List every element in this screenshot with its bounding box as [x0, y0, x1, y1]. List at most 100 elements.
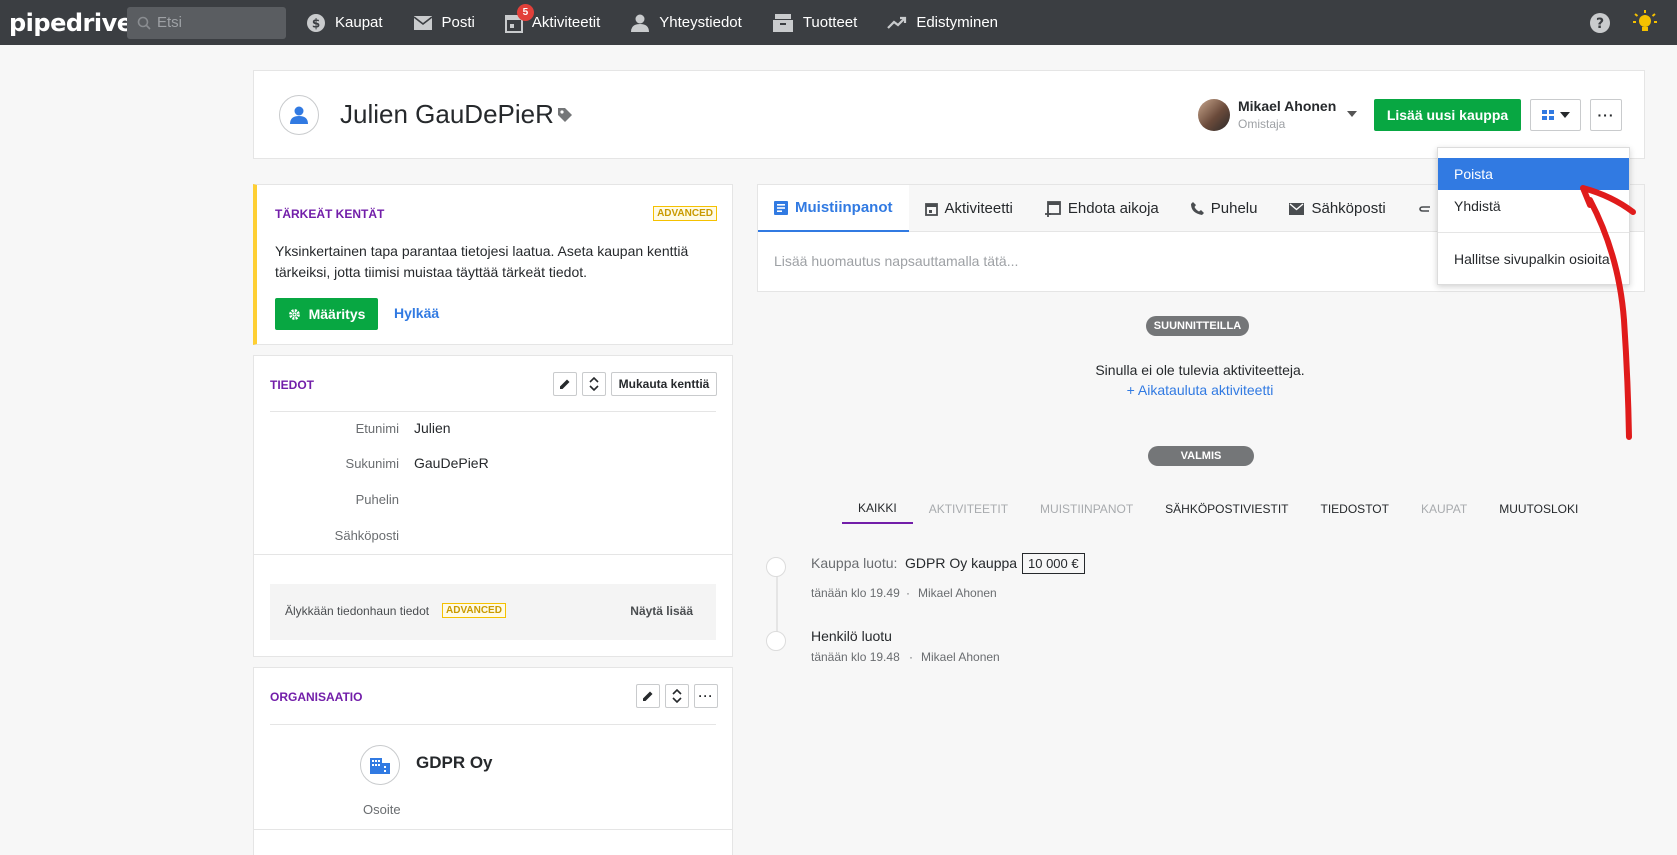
- details-card: TIEDOT Mukauta kenttiä Etunimi Julien Su…: [253, 355, 733, 657]
- owner-dropdown-caret[interactable]: [1347, 111, 1357, 117]
- more-actions-menu: Poista Yhdistä Hallitse sivupalkin osioi…: [1437, 147, 1630, 285]
- owner-avatar[interactable]: [1198, 99, 1230, 131]
- nav-insights[interactable]: Edistyminen: [887, 0, 998, 45]
- divider: [270, 411, 716, 412]
- add-deal-button[interactable]: Lisää uusi kauppa: [1374, 99, 1521, 131]
- history-filter-tabs: KAIKKI AKTIVITEETIT MUISTIINPANOT SÄHKÖP…: [842, 494, 1594, 524]
- address-label: Osoite: [363, 802, 401, 817]
- smart-data-label: Älykkään tiedonhaun tiedot: [285, 604, 430, 618]
- tab-notes[interactable]: Muistiinpanot: [758, 185, 909, 232]
- menu-item-delete[interactable]: Poista: [1438, 158, 1629, 190]
- box-icon: [772, 13, 793, 32]
- field-value-firstname[interactable]: Julien: [414, 420, 451, 436]
- menu-item-merge[interactable]: Yhdistä: [1438, 190, 1629, 222]
- nav-products[interactable]: Tuotteet: [772, 0, 857, 45]
- topbar-right: ?: [1589, 0, 1657, 45]
- setup-button[interactable]: Määritys: [275, 298, 378, 330]
- field-label-email: Sähköposti: [334, 528, 399, 543]
- divider: [254, 554, 732, 555]
- filter-all[interactable]: KAIKKI: [842, 494, 913, 524]
- person-icon: [290, 106, 308, 124]
- sort-icon: [672, 689, 682, 703]
- tab-label: Aktiviteetti: [944, 200, 1013, 217]
- filter-notes[interactable]: MUISTIINPANOT: [1024, 494, 1149, 524]
- lightbulb-icon[interactable]: [1633, 9, 1657, 36]
- reorder-button[interactable]: [582, 372, 606, 396]
- filter-activities[interactable]: AKTIVITEETIT: [913, 494, 1024, 524]
- activities-badge: 5: [516, 4, 534, 21]
- important-fields-card: TÄRKEÄT KENTÄT ADVANCED Yksinkertainen t…: [253, 184, 733, 345]
- organization-avatar[interactable]: [360, 745, 400, 785]
- top-navigation-bar: pipedrive Etsi $ Kaupat Posti 5 Aktivite…: [0, 0, 1677, 45]
- divider: [270, 724, 716, 725]
- timeline-time: tänään klo 19.49: [811, 586, 900, 600]
- divider: [254, 829, 732, 830]
- search-placeholder: Etsi: [157, 14, 183, 31]
- note-input[interactable]: Lisää huomautus napsauttamalla tätä...: [774, 253, 1018, 269]
- done-pill: VALMIS: [1148, 446, 1254, 466]
- timeline-dot: [766, 631, 786, 651]
- sort-icon: [589, 377, 599, 391]
- field-label-phone: Puhelin: [355, 492, 399, 507]
- tab-email[interactable]: Sähköposti: [1273, 185, 1401, 232]
- schedule-activity-link[interactable]: + Aikatauluta aktiviteetti: [1050, 382, 1350, 398]
- main-nav: $ Kaupat Posti 5 Aktiviteetit Yhteystied…: [306, 0, 1028, 45]
- tab-label: Puhelu: [1210, 200, 1258, 217]
- filter-files[interactable]: TIEDOSTOT: [1305, 494, 1405, 524]
- svg-text:$: $: [312, 16, 320, 30]
- person-name[interactable]: Julien GauDePieR: [340, 99, 554, 130]
- owner-name[interactable]: Mikael Ahonen: [1238, 98, 1336, 114]
- customize-fields-button[interactable]: Mukauta kenttiä: [611, 372, 717, 396]
- field-value-lastname[interactable]: GauDePieR: [414, 455, 489, 471]
- chevron-down-icon: [1559, 112, 1570, 118]
- nav-deals[interactable]: $ Kaupat: [306, 0, 383, 45]
- svg-text:?: ?: [1596, 16, 1604, 32]
- tab-call[interactable]: Puhelu: [1175, 185, 1274, 232]
- reject-link[interactable]: Hylkää: [394, 305, 439, 321]
- mail-icon: [1289, 202, 1305, 215]
- timeline-prefix: Kauppa luotu:: [811, 555, 898, 571]
- nav-label: Kaupat: [335, 14, 383, 31]
- important-fields-text: Yksinkertainen tapa parantaa tietojesi l…: [275, 243, 689, 280]
- filter-emails[interactable]: SÄHKÖPOSTIVIESTIT: [1149, 494, 1304, 524]
- nav-activities[interactable]: 5 Aktiviteetit: [504, 0, 601, 45]
- person-header: Julien GauDePieR Mikael Ahonen Omistaja …: [253, 70, 1645, 159]
- timeline-deal-title[interactable]: GDPR Oy kauppa: [905, 555, 1017, 571]
- filter-changelog[interactable]: MUUTOSLOKI: [1483, 494, 1594, 524]
- paperclip-icon: [1418, 205, 1430, 212]
- edit-button[interactable]: [636, 684, 660, 708]
- timeline-separator: ·: [909, 650, 913, 664]
- mail-icon: [413, 15, 433, 30]
- search-input[interactable]: Etsi: [127, 6, 286, 39]
- show-more-link[interactable]: Näytä lisää: [630, 604, 693, 618]
- edit-button[interactable]: [553, 372, 577, 396]
- pencil-icon: [643, 691, 653, 701]
- dollar-icon: $: [307, 13, 325, 32]
- more-actions-button[interactable]: ···: [1590, 99, 1622, 131]
- timeline-person-created: Henkilö luotu: [811, 628, 892, 644]
- timeline-user[interactable]: Mikael Ahonen: [918, 586, 997, 600]
- field-label-firstname: Etunimi: [355, 421, 399, 436]
- menu-item-manage-sidebar[interactable]: Hallitse sivupalkin osioita: [1438, 243, 1629, 275]
- grid-icon: [1541, 110, 1554, 120]
- pipedrive-logo[interactable]: pipedrive: [9, 9, 133, 37]
- important-fields-title: TÄRKEÄT KENTÄT: [275, 207, 385, 221]
- reorder-button[interactable]: [665, 684, 689, 708]
- nav-label: Aktiviteetit: [531, 14, 601, 31]
- nav-mail[interactable]: Posti: [413, 0, 475, 45]
- person-avatar[interactable]: [279, 95, 319, 135]
- tab-suggest-times[interactable]: Ehdota aikoja: [1029, 185, 1175, 232]
- search-icon: [137, 16, 151, 30]
- filter-deals[interactable]: KAUPAT: [1405, 494, 1483, 524]
- view-switch-button[interactable]: [1530, 99, 1581, 131]
- nav-contacts[interactable]: Yhteystiedot: [630, 0, 742, 45]
- tag-icon[interactable]: [557, 107, 573, 123]
- trend-icon: [887, 16, 907, 29]
- help-icon[interactable]: ?: [1589, 12, 1611, 34]
- more-button[interactable]: ···: [694, 684, 718, 708]
- deal-amount: 10 000 €: [1022, 553, 1085, 574]
- timeline-user[interactable]: Mikael Ahonen: [921, 650, 1000, 664]
- organization-name[interactable]: GDPR Oy: [416, 753, 493, 773]
- tab-activity[interactable]: Aktiviteetti: [909, 185, 1029, 232]
- phone-icon: [1190, 202, 1204, 215]
